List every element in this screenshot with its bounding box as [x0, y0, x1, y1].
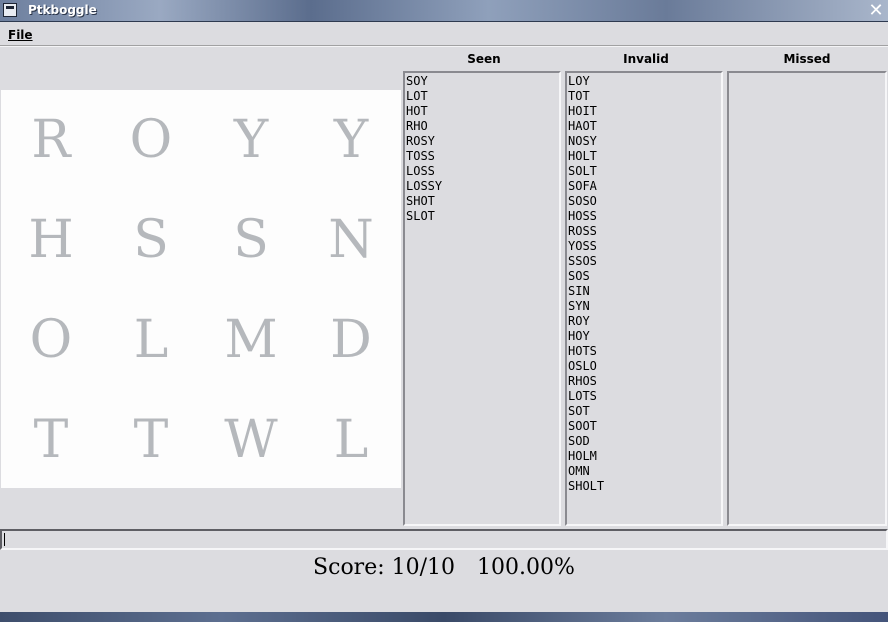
board-cell[interactable]: N — [301, 190, 401, 290]
board-cell[interactable]: Y — [301, 90, 401, 190]
invalid-items: LOY TOT HOIT HAOT NOSY HOLT SOLT SOFA SOSO HOSS RO… — [567, 73, 721, 494]
text-cursor — [4, 533, 5, 546]
word-entry[interactable] — [0, 529, 888, 550]
invalid-word[interactable]: SOD — [568, 434, 721, 449]
header-invalid: Invalid — [623, 52, 669, 66]
invalid-word[interactable]: SSOS — [568, 254, 721, 269]
board-cell[interactable]: M — [201, 290, 301, 390]
seen-word[interactable]: RHO — [406, 119, 559, 134]
board-cell[interactable]: S — [101, 190, 201, 290]
invalid-word[interactable]: HAOT — [568, 119, 721, 134]
seen-word[interactable]: HOT — [406, 104, 559, 119]
invalid-word[interactable]: SIN — [568, 284, 721, 299]
invalid-word[interactable]: NOSY — [568, 134, 721, 149]
seen-list[interactable]: SOY LOT HOT RHO ROSY TOSS LOSS LOSSY SHOT SLOT — [403, 71, 561, 526]
invalid-word[interactable]: SHOLT — [568, 479, 721, 494]
menu-bar: File — [0, 23, 888, 47]
board-cell[interactable]: S — [201, 190, 301, 290]
boggle-board: R O Y Y H S S N O L M D T T W L — [1, 90, 401, 488]
seen-word[interactable]: SOY — [406, 74, 559, 89]
app-window: Ptkboggle ✕ File Seen Invalid Missed R O… — [0, 0, 888, 622]
menu-file-label: File — [8, 28, 33, 42]
close-icon[interactable]: ✕ — [866, 1, 886, 21]
invalid-word[interactable]: OMN — [568, 464, 721, 479]
invalid-word[interactable]: HOLT — [568, 149, 721, 164]
board-cell[interactable]: Y — [201, 90, 301, 190]
menu-file[interactable]: File — [8, 28, 33, 42]
invalid-word[interactable]: SOT — [568, 404, 721, 419]
invalid-list[interactable]: LOY TOT HOIT HAOT NOSY HOLT SOLT SOFA SOSO HOSS RO… — [565, 71, 723, 526]
seen-word[interactable]: LOSS — [406, 164, 559, 179]
invalid-word[interactable]: LOY — [568, 74, 721, 89]
missed-items — [729, 73, 885, 74]
invalid-word[interactable]: ROY — [568, 314, 721, 329]
word-input[interactable] — [3, 532, 885, 547]
board-cell[interactable]: D — [301, 290, 401, 390]
board-cell[interactable]: O — [101, 90, 201, 190]
board-cell[interactable]: T — [101, 390, 201, 490]
score-label: Score: — [313, 555, 385, 580]
board-cell[interactable]: W — [201, 390, 301, 490]
seen-word[interactable]: LOT — [406, 89, 559, 104]
invalid-word[interactable]: HOLM — [568, 449, 721, 464]
invalid-word[interactable]: HOIT — [568, 104, 721, 119]
invalid-word[interactable]: LOTS — [568, 389, 721, 404]
seen-items: SOY LOT HOT RHO ROSY TOSS LOSS LOSSY SHOT SLOT — [405, 73, 559, 224]
board-cell[interactable]: O — [1, 290, 101, 390]
invalid-word[interactable]: SOS — [568, 269, 721, 284]
invalid-word[interactable]: ROSS — [568, 224, 721, 239]
invalid-word[interactable]: HOTS — [568, 344, 721, 359]
board-cell[interactable]: R — [1, 90, 101, 190]
invalid-word[interactable]: OSLO — [568, 359, 721, 374]
header-missed: Missed — [783, 52, 831, 66]
title-bar[interactable]: Ptkboggle ✕ — [0, 0, 888, 22]
invalid-word[interactable]: RHOS — [568, 374, 721, 389]
score-percent: 100.00% — [477, 555, 575, 580]
seen-word[interactable]: LOSSY — [406, 179, 559, 194]
score-value: 10/10 — [391, 555, 456, 580]
invalid-word[interactable]: SOLT — [568, 164, 721, 179]
invalid-word[interactable]: SOFA — [568, 179, 721, 194]
invalid-word[interactable]: SOSO — [568, 194, 721, 209]
board-cell[interactable]: T — [1, 390, 101, 490]
score-line: Score: 10/10 100.00% — [0, 555, 888, 580]
invalid-word[interactable]: SYN — [568, 299, 721, 314]
board-cell[interactable]: H — [1, 190, 101, 290]
missed-list[interactable] — [727, 71, 887, 526]
invalid-word[interactable]: HOSS — [568, 209, 721, 224]
window-menu-icon[interactable] — [3, 3, 17, 17]
invalid-word[interactable]: SOOT — [568, 419, 721, 434]
invalid-word[interactable]: YOSS — [568, 239, 721, 254]
header-seen: Seen — [467, 52, 501, 66]
invalid-word[interactable]: TOT — [568, 89, 721, 104]
seen-word[interactable]: ROSY — [406, 134, 559, 149]
desktop-background — [0, 612, 888, 622]
board-cell[interactable]: L — [101, 290, 201, 390]
seen-word[interactable]: SHOT — [406, 194, 559, 209]
seen-word[interactable]: TOSS — [406, 149, 559, 164]
window-title: Ptkboggle — [28, 3, 97, 17]
seen-word[interactable]: SLOT — [406, 209, 559, 224]
board-cell[interactable]: L — [301, 390, 401, 490]
invalid-word[interactable]: HOY — [568, 329, 721, 344]
